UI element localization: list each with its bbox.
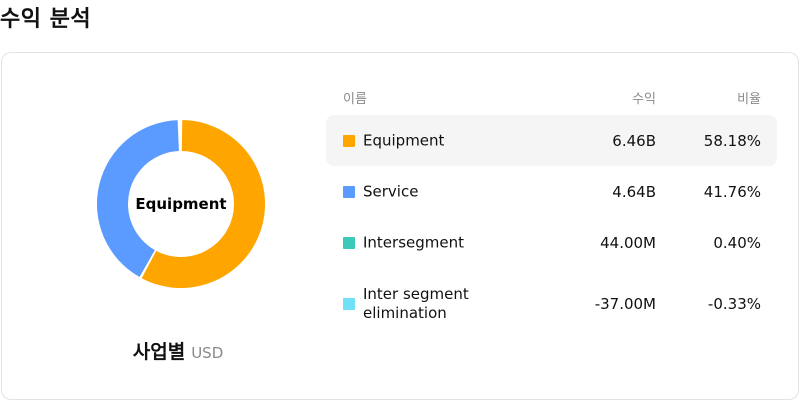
row-name: Service: [363, 182, 419, 200]
chart-caption-label: 사업별: [132, 341, 186, 363]
table-header: 이름 수익 비율: [326, 83, 777, 115]
table-row-equipment[interactable]: Equipment 6.46B 58.18%: [326, 115, 777, 166]
header-name: 이름: [343, 92, 367, 107]
legend-swatch-equipment: [343, 134, 355, 147]
legend-swatch-inter-segment-elimination: [343, 298, 355, 310]
row-revenue: -37.00M: [594, 295, 656, 313]
row-revenue: 4.64B: [612, 182, 656, 201]
table-row-intersegment[interactable]: Intersegment 44.00M 0.40%: [326, 217, 777, 268]
table-row-inter-segment-elimination[interactable]: Inter segment elimination -37.00M -0.33%: [326, 268, 777, 340]
table-row-service[interactable]: Service 4.64B 41.76%: [326, 166, 777, 217]
donut-center-label: Equipment: [135, 195, 227, 213]
page-title: 수익 분석: [0, 7, 92, 32]
row-name: Equipment: [363, 131, 445, 149]
row-ratio: 58.18%: [703, 131, 761, 150]
row-name: Intersegment: [363, 233, 465, 251]
header-ratio: 비율: [737, 92, 761, 107]
legend-swatch-intersegment: [343, 236, 355, 249]
donut-chart[interactable]: Equipment: [96, 115, 266, 293]
legend-swatch-service: [343, 185, 355, 198]
row-ratio: 0.40%: [713, 233, 761, 252]
row-revenue: 6.46B: [612, 131, 656, 150]
row-revenue: 44.00M: [600, 233, 656, 252]
header-revenue: 수익: [632, 92, 656, 107]
chart-caption: 사업별 USD: [2, 337, 354, 364]
chart-caption-unit: USD: [191, 344, 224, 362]
revenue-card: Equipment 사업별 USD 이름 수익 비율 Equipment 6.46…: [1, 52, 799, 400]
segment-table: 이름 수익 비율 Equipment 6.46B 58.18% Service …: [326, 83, 777, 340]
row-ratio: 41.76%: [703, 182, 761, 201]
row-name: Inter segment elimination: [363, 285, 469, 322]
row-ratio: -0.33%: [707, 295, 761, 313]
